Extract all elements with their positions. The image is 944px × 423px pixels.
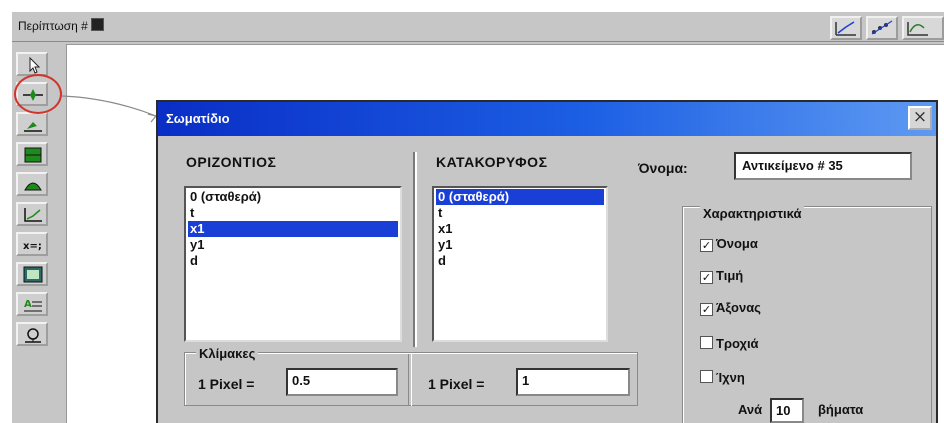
show-traces-checkbox[interactable]: Ίχνη — [700, 370, 745, 385]
chart-tool-icon — [907, 22, 928, 36]
magnifier-icon — [25, 328, 41, 343]
scales-title: Κλίμακες — [196, 346, 259, 361]
list-item[interactable]: y1 — [188, 237, 398, 253]
show-axis-checkbox[interactable]: ✓ Άξονας — [700, 300, 761, 316]
svg-text:x=;: x=; — [23, 241, 42, 252]
rotate-object-tool[interactable] — [16, 112, 48, 136]
text-tool[interactable]: A — [16, 292, 48, 316]
dialog-titlebar[interactable] — [158, 102, 936, 136]
checkbox-unchecked-icon — [700, 336, 713, 349]
dialog-title: Σωματίδιο — [166, 111, 230, 126]
window-menu-icon[interactable] — [90, 18, 104, 31]
graph-icon — [24, 208, 42, 222]
horizontal-variable-list[interactable]: 0 (σταθερά) t x1 y1 d — [184, 186, 402, 342]
list-item[interactable]: y1 — [436, 237, 604, 253]
list-item[interactable]: d — [188, 253, 398, 269]
name-field[interactable]: Αντικείμενο # 35 — [734, 152, 912, 180]
block-icon — [24, 147, 42, 163]
graph-tool[interactable] — [16, 202, 48, 226]
variable-icon: x=; — [23, 241, 42, 252]
close-icon: × — [912, 107, 928, 127]
characteristics-title: Χαρακτηριστικά — [700, 206, 805, 221]
trajectory-tool-icon — [871, 20, 893, 35]
app-title: Περίπτωση # — [18, 18, 104, 33]
variable-tool[interactable]: x=; — [16, 232, 48, 256]
list-item[interactable]: t — [188, 205, 398, 221]
checkbox-checked-icon: ✓ — [700, 271, 713, 284]
pulley-tool[interactable] — [16, 172, 48, 196]
graph-tool-button[interactable] — [830, 16, 862, 40]
horizontal-header: ΟΡΙΖΟΝΤΙΟΣ — [186, 154, 277, 170]
trajectory-tool-button[interactable] — [866, 16, 898, 40]
vertical-scale-field[interactable]: 1 — [516, 368, 630, 396]
checkbox-checked-icon: ✓ — [700, 303, 713, 316]
horizontal-scale-field[interactable]: 0.5 — [286, 368, 398, 396]
chart-tool-button[interactable] — [902, 16, 944, 40]
app-titlebar — [12, 12, 944, 42]
column-divider — [413, 152, 417, 347]
graph-tool-icon — [835, 21, 856, 36]
every-steps-field[interactable]: 10 — [770, 398, 804, 423]
list-item[interactable]: 0 (σταθερά) — [188, 189, 398, 205]
vertical-scale-label: 1 Pixel = — [428, 376, 485, 392]
list-item[interactable]: x1 — [436, 221, 604, 237]
every-label: Ανά — [738, 402, 763, 417]
annotation-highlight-circle — [14, 74, 62, 114]
show-name-checkbox[interactable]: ✓ Όνομα — [700, 236, 758, 252]
list-item[interactable]: d — [436, 253, 604, 269]
name-label: Όνομα: — [638, 160, 688, 176]
text-icon: A — [24, 299, 42, 312]
annotation-arrow — [61, 95, 157, 123]
pulley-icon — [24, 182, 42, 191]
close-button[interactable]: × — [908, 106, 932, 130]
meter-icon — [23, 266, 43, 283]
checkbox-checked-icon: ✓ — [700, 239, 713, 252]
vertical-variable-list[interactable]: 0 (σταθερά) t x1 y1 d — [432, 186, 608, 342]
svg-text:A: A — [24, 299, 32, 310]
horizontal-scale-label: 1 Pixel = — [198, 376, 255, 392]
list-item[interactable]: t — [436, 205, 604, 221]
list-item-selected[interactable]: 0 (σταθερά) — [436, 189, 604, 205]
checkbox-unchecked-icon — [700, 370, 713, 383]
show-value-checkbox[interactable]: ✓ Τιμή — [700, 268, 743, 284]
scales-divider — [408, 354, 412, 406]
show-trajectory-checkbox[interactable]: Τροχιά — [700, 336, 759, 351]
list-item-selected[interactable]: x1 — [188, 221, 398, 237]
arrow-pointer-icon — [29, 56, 41, 74]
pointer-tool[interactable] — [16, 52, 48, 76]
meter-tool[interactable] — [16, 262, 48, 286]
magnifier-tool[interactable] — [16, 322, 48, 346]
block-tool[interactable] — [16, 142, 48, 166]
vertical-header: ΚΑΤΑΚΟΡΥΦΟΣ — [436, 154, 548, 170]
rotate-object-icon — [24, 122, 42, 132]
steps-label: βήματα — [818, 402, 864, 417]
